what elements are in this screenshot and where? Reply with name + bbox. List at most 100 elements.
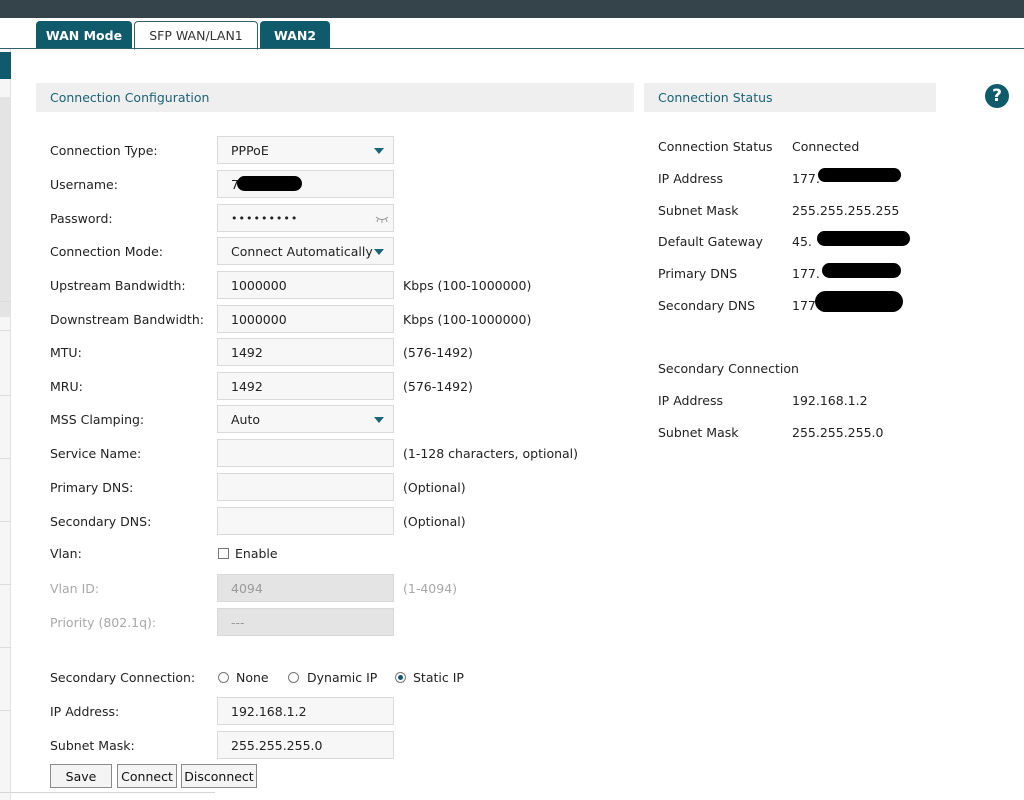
radio-dynamic-ip[interactable] xyxy=(288,672,299,683)
sidebar-divider xyxy=(0,458,11,459)
connection-mode-select[interactable]: Connect Automatically xyxy=(217,237,394,265)
redaction-mark xyxy=(818,168,901,182)
mss-clamping-value: Auto xyxy=(231,411,261,427)
username-label: Username: xyxy=(50,177,118,192)
secondary-status-ip-label: IP Address xyxy=(658,393,723,408)
secondary-ip-input[interactable]: 192.168.1.2 xyxy=(217,697,394,725)
vlan-enable-checkbox[interactable] xyxy=(218,548,229,559)
secondary-dns-hint: (Optional) xyxy=(403,514,466,529)
status-subnet-value: 255.255.255.255 xyxy=(792,203,900,218)
vlan-id-label: Vlan ID: xyxy=(50,581,100,596)
sidebar-divider xyxy=(0,521,11,522)
vlan-id-input: 4094 xyxy=(217,574,394,602)
secondary-dns-input[interactable] xyxy=(217,507,394,535)
status-primary-dns-label: Primary DNS xyxy=(658,266,738,281)
sidebar-divider xyxy=(0,395,11,396)
priority-input: --- xyxy=(217,608,394,636)
upstream-bandwidth-label: Upstream Bandwidth: xyxy=(50,278,186,293)
radio-none-label: None xyxy=(236,670,269,685)
primary-dns-label: Primary DNS: xyxy=(50,480,134,495)
mru-value: 1492 xyxy=(231,378,263,394)
downstream-bandwidth-label: Downstream Bandwidth: xyxy=(50,312,204,327)
connection-status-header: Connection Status xyxy=(644,83,936,112)
radio-none[interactable] xyxy=(218,672,229,683)
vlan-id-hint: (1-4094) xyxy=(403,581,458,596)
service-name-hint: (1-128 characters, optional) xyxy=(403,446,579,461)
mtu-hint: (576-1492) xyxy=(403,345,473,360)
password-input[interactable]: ••••••••• xyxy=(217,204,394,232)
connection-configuration-header: Connection Configuration xyxy=(36,83,634,112)
vlan-id-value: 4094 xyxy=(231,580,263,596)
sidebar-active-marker xyxy=(0,52,11,79)
tab-divider xyxy=(0,48,1024,49)
secondary-status-ip-value: 192.168.1.2 xyxy=(792,393,868,408)
service-name-label: Service Name: xyxy=(50,446,142,461)
tab-wan2[interactable]: WAN2 xyxy=(260,21,330,49)
secondary-mask-label: Subnet Mask: xyxy=(50,738,135,753)
mss-clamping-label: MSS Clamping: xyxy=(50,412,145,427)
connection-mode-value: Connect Automatically xyxy=(231,243,373,259)
redaction-mark xyxy=(237,176,302,191)
mtu-label: MTU: xyxy=(50,345,82,360)
chevron-down-icon xyxy=(374,249,384,255)
connection-type-select[interactable]: PPPoE xyxy=(217,136,394,164)
radio-static-ip[interactable] xyxy=(395,672,406,683)
vlan-enable-label: Enable xyxy=(235,546,278,561)
redaction-mark xyxy=(815,291,903,312)
divider xyxy=(0,792,215,793)
sidebar-divider xyxy=(0,301,11,302)
upstream-bandwidth-input[interactable]: 1000000 xyxy=(217,271,394,299)
status-primary-dns-value: 177. xyxy=(792,266,820,281)
upstream-bandwidth-hint: Kbps (100-1000000) xyxy=(403,278,532,293)
upstream-bandwidth-value: 1000000 xyxy=(231,277,287,293)
password-value: ••••••••• xyxy=(231,211,299,225)
redaction-mark xyxy=(817,231,910,246)
radio-static-ip-label: Static IP xyxy=(413,670,464,685)
sidebar-divider xyxy=(0,647,11,648)
chevron-down-icon xyxy=(374,148,384,154)
mru-input[interactable]: 1492 xyxy=(217,372,394,400)
sidebar-scroll-area xyxy=(0,97,11,317)
status-ip-label: IP Address xyxy=(658,171,723,186)
vlan-label: Vlan: xyxy=(50,546,82,561)
downstream-bandwidth-hint: Kbps (100-1000000) xyxy=(403,312,532,327)
status-ip-value: 177. xyxy=(792,171,820,186)
sidebar-divider xyxy=(0,710,11,711)
downstream-bandwidth-value: 1000000 xyxy=(231,311,287,327)
sidebar-divider xyxy=(0,584,11,585)
save-button[interactable]: Save xyxy=(50,764,112,788)
password-label: Password: xyxy=(50,211,113,226)
mru-label: MRU: xyxy=(50,379,83,394)
tab-wan-mode[interactable]: WAN Mode xyxy=(36,21,132,49)
secondary-status-mask-label: Subnet Mask xyxy=(658,425,739,440)
status-secondary-dns-value: 177 xyxy=(792,298,816,313)
radio-dynamic-ip-label: Dynamic IP xyxy=(307,670,378,685)
priority-label: Priority (802.1q): xyxy=(50,615,157,630)
status-connection-label: Connection Status xyxy=(658,139,773,154)
status-connection-value: Connected xyxy=(792,139,860,154)
tab-sfp-wan-lan1[interactable]: SFP WAN/LAN1 xyxy=(134,21,258,50)
downstream-bandwidth-input[interactable]: 1000000 xyxy=(217,305,394,333)
secondary-status-mask-value: 255.255.255.0 xyxy=(792,425,884,440)
connect-button[interactable]: Connect xyxy=(117,764,177,788)
mss-clamping-select[interactable]: Auto xyxy=(217,405,394,433)
secondary-mask-input[interactable]: 255.255.255.0 xyxy=(217,731,394,759)
secondary-ip-value: 192.168.1.2 xyxy=(231,703,307,719)
status-gateway-value: 45. xyxy=(792,234,812,249)
secondary-ip-label: IP Address: xyxy=(50,704,120,719)
service-name-input[interactable] xyxy=(217,439,394,467)
mtu-input[interactable]: 1492 xyxy=(217,338,394,366)
primary-dns-hint: (Optional) xyxy=(403,480,466,495)
priority-value: --- xyxy=(231,614,245,630)
redaction-mark xyxy=(822,263,901,278)
disconnect-button[interactable]: Disconnect xyxy=(181,764,257,788)
secondary-dns-label: Secondary DNS: xyxy=(50,514,152,529)
question-mark-icon[interactable]: ? xyxy=(985,84,1009,108)
top-bar xyxy=(0,0,1024,18)
secondary-connection-label: Secondary Connection: xyxy=(50,670,196,685)
sidebar-edge xyxy=(0,49,11,800)
primary-dns-input[interactable] xyxy=(217,473,394,501)
mtu-value: 1492 xyxy=(231,344,263,360)
hide-password-icon[interactable] xyxy=(375,214,389,224)
connection-type-label: Connection Type: xyxy=(50,143,158,158)
